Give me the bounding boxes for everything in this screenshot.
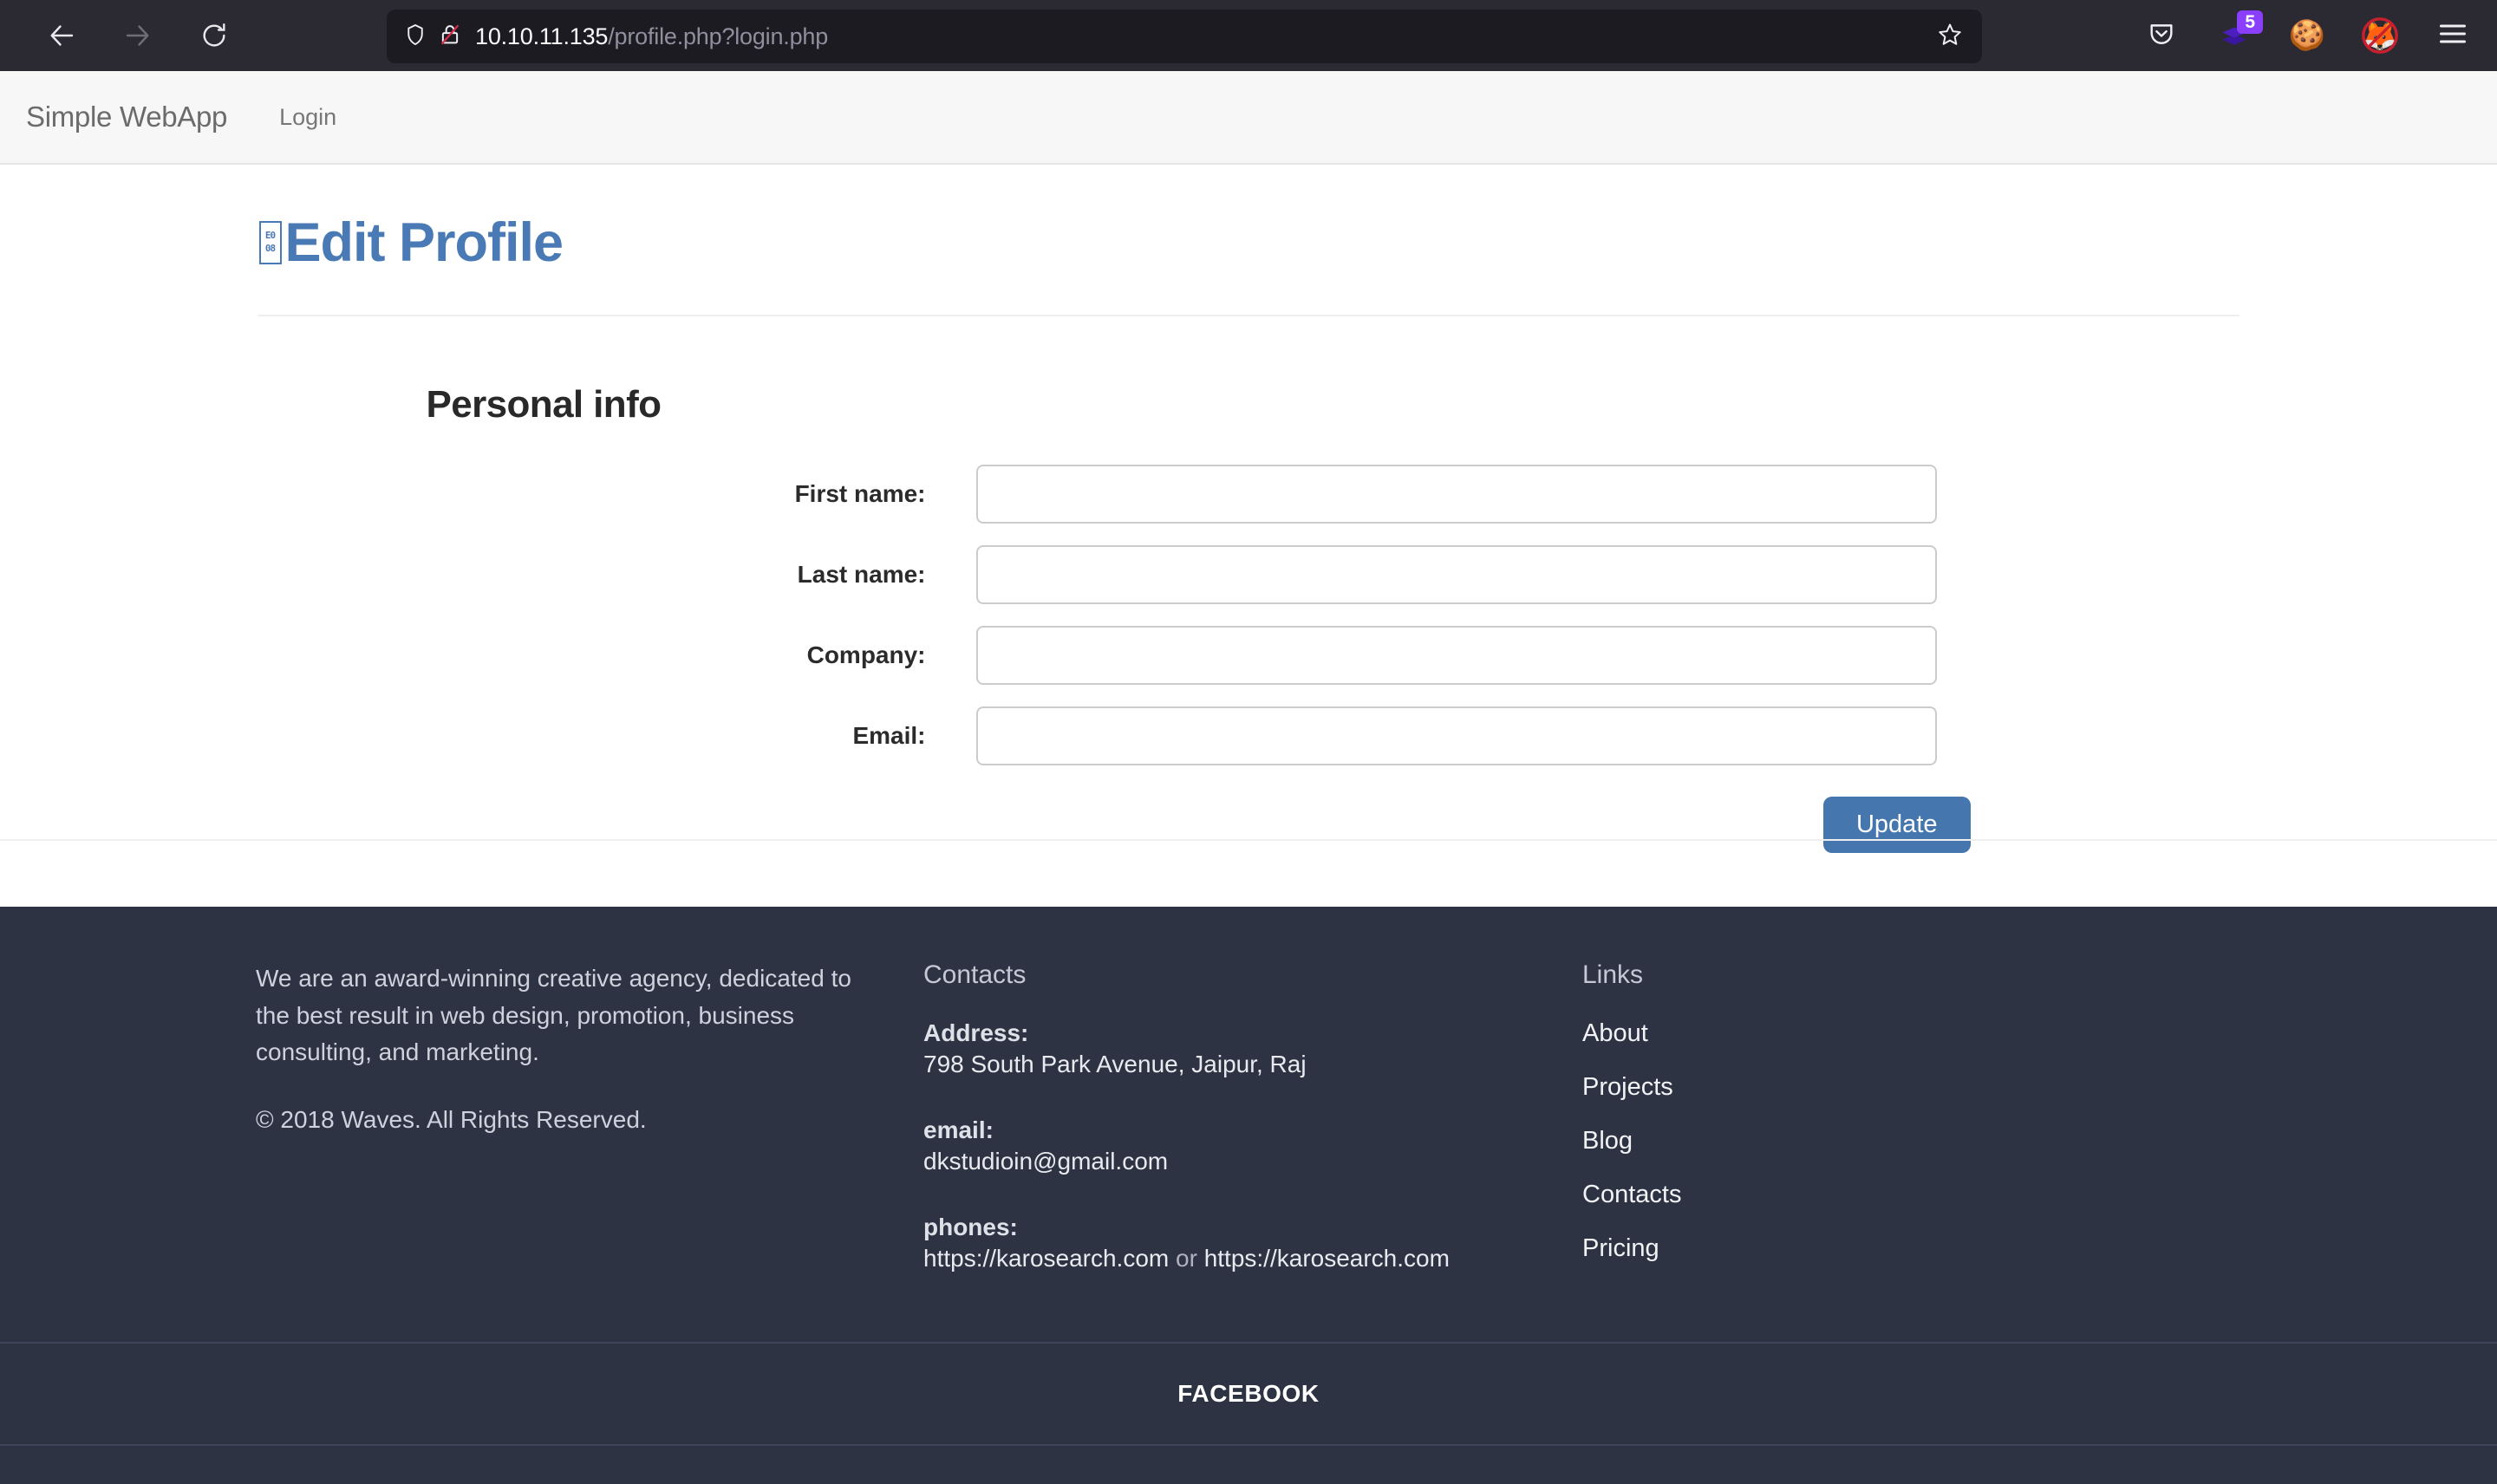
section-title: Personal info [426, 383, 662, 426]
footer-links-heading: Links [1582, 960, 1644, 989]
page-content: E0 08 Edit Profile Personal info First n… [0, 165, 2497, 907]
footer-address-value: 798 South Park Avenue, Jaipur, Raj [923, 1051, 1307, 1077]
browser-nav-buttons [23, 9, 241, 62]
cookie-button[interactable]: 🍪 [2284, 12, 2331, 59]
footer-copyright: © 2018 Waves. All Rights Reserved. [256, 1105, 647, 1133]
footer-address-label: Address: [923, 1019, 1029, 1046]
footer-link-contacts[interactable]: Contacts [1582, 1181, 1681, 1208]
footer-link-pricing[interactable]: Pricing [1582, 1234, 1659, 1262]
star-icon [1936, 21, 1964, 53]
url-host: 10.10.11.135 [475, 23, 609, 49]
first-name-label: First name: [794, 480, 926, 507]
reload-button[interactable] [187, 9, 241, 62]
company-label: Company: [806, 641, 926, 668]
email-label: Email: [852, 722, 926, 749]
back-button[interactable] [35, 9, 88, 62]
site-brand[interactable]: Simple WebApp [26, 101, 227, 133]
footer-phone-link-1[interactable]: https://karosearch.com [923, 1245, 1169, 1272]
form-row-first-name: First name: [258, 465, 2239, 524]
footer-phones-value: https://karosearch.com or https://karose… [923, 1245, 1582, 1272]
url-bar[interactable]: 10.10.11.135/profile.php?login.php [387, 10, 1982, 63]
footer-email-label: email: [923, 1116, 994, 1143]
list-item[interactable]: Blog [1582, 1127, 2033, 1155]
footer-link-blog[interactable]: Blog [1582, 1127, 1633, 1155]
shield-icon[interactable] [402, 22, 428, 52]
app-menu-button[interactable] [2429, 12, 2476, 59]
forward-arrow-icon [122, 20, 153, 51]
form-row-company: Company: [258, 626, 2239, 685]
footer-about-column: We are an award-winning creative agency,… [256, 960, 923, 1311]
footer-phones-label: phones: [923, 1214, 1018, 1240]
last-name-input[interactable] [975, 545, 1937, 604]
blocked-fox-button[interactable]: 🦊 [2357, 12, 2403, 59]
footer-link-about[interactable]: About [1582, 1019, 1648, 1047]
site-navbar: Simple WebApp Login [0, 71, 2497, 165]
hamburger-menu-icon [2437, 21, 2468, 51]
footer-links-column: Links About Projects Blog Contacts Prici… [1582, 960, 2033, 1311]
first-name-input[interactable] [975, 465, 1937, 524]
content-bottom-divider [0, 839, 2497, 841]
page-title-text: Edit Profile [284, 212, 564, 273]
footer-link-projects[interactable]: Projects [1582, 1073, 1673, 1101]
company-input[interactable] [975, 626, 1937, 685]
social-link-facebook[interactable]: FACEBOOK [1177, 1380, 1319, 1408]
footer-contacts-column: Contacts Address: 798 South Park Avenue,… [923, 960, 1582, 1311]
forward-button[interactable] [111, 9, 165, 62]
browser-toolbar-right: 5 🍪 🦊 [2138, 0, 2476, 71]
url-path: /profile.php?login.php [608, 23, 829, 49]
missing-glyph-codepoint-bottom: 08 [264, 243, 276, 254]
update-button[interactable]: Update [1822, 797, 1971, 853]
pocket-icon [2147, 19, 2176, 53]
footer-columns: We are an award-winning creative agency,… [0, 941, 2497, 1311]
missing-glyph-box-icon: E0 08 [258, 221, 282, 264]
footer-links-list: About Projects Blog Contacts Pricing [1582, 1019, 2033, 1263]
broken-lock-icon[interactable] [437, 22, 463, 52]
bookmark-button[interactable] [1930, 16, 1970, 56]
list-item[interactable]: Projects [1582, 1073, 2033, 1102]
content-container: E0 08 Edit Profile Personal info First n… [258, 165, 2239, 853]
footer-email-value: dkstudioin@gmail.com [923, 1148, 1169, 1175]
missing-glyph-codepoint-top: E0 [264, 230, 276, 241]
list-item[interactable]: Contacts [1582, 1181, 2033, 1209]
site-footer: We are an award-winning creative agency,… [0, 907, 2497, 1484]
profile-form: First name: Last name: Company: Email: U… [258, 465, 2239, 853]
reload-icon [199, 21, 229, 50]
footer-about-text: We are an award-winning creative agency,… [256, 965, 851, 1066]
form-row-email: Email: [258, 706, 2239, 765]
form-actions: Update [258, 797, 2239, 853]
email-input[interactable] [975, 706, 1937, 765]
footer-phone-link-2[interactable]: https://karosearch.com [1204, 1245, 1450, 1272]
extension-button[interactable]: 5 [2211, 10, 2263, 59]
footer-phone-separator: or [1169, 1245, 1204, 1272]
social-bar-instagram[interactable]: INSTAGRAM [0, 1444, 2497, 1484]
form-row-last-name: Last name: [258, 545, 2239, 604]
extension-badge-count: 5 [2237, 10, 2263, 35]
cookie-icon: 🍪 [2288, 19, 2326, 52]
urlbar-identity-icons [402, 22, 463, 52]
title-divider [258, 315, 2239, 316]
url-text[interactable]: 10.10.11.135/profile.php?login.php [475, 23, 828, 50]
last-name-label: Last name: [797, 561, 926, 588]
list-item[interactable]: About [1582, 1019, 2033, 1048]
list-item[interactable]: Pricing [1582, 1234, 2033, 1263]
pocket-button[interactable] [2138, 12, 2185, 59]
nav-item-login[interactable]: Login [279, 104, 336, 131]
footer-contacts-heading: Contacts [923, 960, 1027, 989]
social-bar-facebook[interactable]: FACEBOOK [0, 1342, 2497, 1444]
back-arrow-icon [46, 20, 77, 51]
page-title: E0 08 Edit Profile [258, 212, 2239, 274]
footer-spacer [0, 1311, 2497, 1342]
browser-chrome: 10.10.11.135/profile.php?login.php 5 🍪 🦊 [0, 0, 2497, 71]
